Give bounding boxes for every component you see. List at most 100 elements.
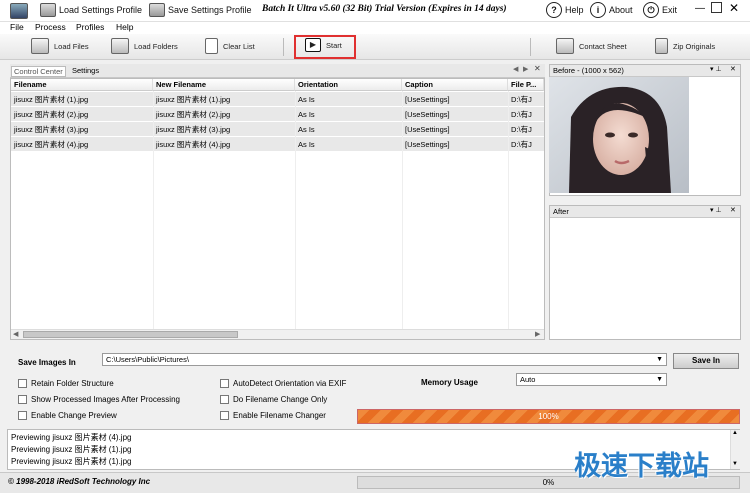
autodetect-checkbox[interactable]: AutoDetect Orientation via EXIF xyxy=(220,379,347,389)
contact-sheet-label: Contact Sheet xyxy=(579,41,627,51)
save-in-button[interactable]: Save In xyxy=(673,353,739,369)
zip-originals-label: Zip Originals xyxy=(673,41,716,51)
menu-help[interactable]: Help xyxy=(116,22,133,32)
pin-icon[interactable]: ▾ ⊥ xyxy=(710,206,722,214)
table-row[interactable]: jisuxz 图片素材 (3).jpg jisuxz 图片素材 (3).jpg … xyxy=(11,122,544,137)
load-settings-profile-button[interactable]: Load Settings Profile xyxy=(40,3,142,17)
checkbox-icon[interactable] xyxy=(18,395,27,405)
memory-usage-label: Memory Usage xyxy=(421,378,478,387)
log-line: Previewing jisuxz 图片素材 (1).jpg xyxy=(11,445,132,454)
save-settings-profile-button[interactable]: Save Settings Profile xyxy=(149,3,252,17)
exit-button[interactable]: ⏻ Exit xyxy=(643,2,677,18)
portrait-photo xyxy=(549,77,689,193)
cell-filename: jisuxz 图片素材 (2).jpg xyxy=(14,110,89,119)
scroll-up-icon[interactable]: ▲ xyxy=(732,430,738,436)
enable-change-preview-checkbox[interactable]: Enable Change Preview xyxy=(18,411,117,421)
zip-originals-button[interactable]: Zip Originals xyxy=(655,38,715,54)
folder-image-icon xyxy=(111,38,129,54)
column-header-new-filename[interactable]: New Filename xyxy=(153,79,295,91)
toolbar-divider xyxy=(530,38,531,56)
question-icon: ? xyxy=(546,2,562,18)
cell-new-filename: jisuxz 图片素材 (3).jpg xyxy=(156,125,231,134)
pin-icon[interactable]: ▾ ⊥ xyxy=(710,65,722,73)
close-panel-icon[interactable]: ✕ xyxy=(730,65,736,73)
cell-new-filename: jisuxz 图片素材 (4).jpg xyxy=(156,140,231,149)
menu-process[interactable]: Process xyxy=(35,22,66,32)
memory-usage-dropdown[interactable]: Auto ▼ xyxy=(516,373,667,386)
table-row[interactable]: jisuxz 图片素材 (2).jpg jisuxz 图片素材 (2).jpg … xyxy=(11,107,544,122)
column-divider xyxy=(295,91,296,333)
tab-control-center[interactable]: Control Center xyxy=(11,66,66,77)
document-icon xyxy=(205,38,218,54)
help-button[interactable]: ? Help xyxy=(546,2,584,18)
about-label: About xyxy=(609,5,633,15)
table-row[interactable]: jisuxz 图片素材 (1).jpg jisuxz 图片素材 (1).jpg … xyxy=(11,92,544,107)
checkbox-icon[interactable] xyxy=(220,379,229,389)
horizontal-scrollbar[interactable]: ◀ ▶ xyxy=(11,329,544,339)
column-divider xyxy=(402,91,403,333)
log-scrollbar[interactable]: ▲ ▼ xyxy=(730,430,740,469)
contact-sheet-icon xyxy=(556,38,574,54)
scroll-left-icon[interactable]: ◀ xyxy=(13,330,18,338)
load-profile-icon xyxy=(40,3,56,17)
about-button[interactable]: i About xyxy=(590,2,633,18)
load-files-label: Load Files xyxy=(54,41,89,51)
close-button[interactable]: ✕ xyxy=(729,1,739,15)
do-filename-checkbox[interactable]: Do Filename Change Only xyxy=(220,395,327,405)
show-processed-label: Show Processed Images After Processing xyxy=(31,395,180,404)
save-path-dropdown[interactable]: C:\Users\Public\Pictures\ ▼ xyxy=(102,353,667,366)
tab-strip: Control Center Settings ◀ ▶ ✕ xyxy=(10,64,545,78)
log-line: Previewing jisuxz 图片素材 (4).jpg xyxy=(11,433,132,442)
scroll-down-icon[interactable]: ▼ xyxy=(732,461,738,467)
column-header-file-path[interactable]: File P... xyxy=(508,79,544,91)
clear-list-button[interactable]: Clear List xyxy=(205,38,255,54)
scrollbar-thumb[interactable] xyxy=(23,331,238,338)
after-preview-panel: After ▾ ⊥ ✕ xyxy=(549,205,741,340)
close-panel-icon[interactable]: ✕ xyxy=(730,206,736,214)
cell-file-path: D:\有J xyxy=(511,140,532,149)
checkbox-icon[interactable] xyxy=(220,411,229,421)
tab-settings[interactable]: Settings xyxy=(70,66,101,77)
retain-folder-checkbox[interactable]: Retain Folder Structure xyxy=(18,379,114,389)
column-divider xyxy=(508,91,509,333)
contact-sheet-button[interactable]: Contact Sheet xyxy=(556,38,627,54)
enable-filename-label: Enable Filename Changer xyxy=(233,411,326,420)
tab-scroll-right-icon[interactable]: ▶ xyxy=(523,65,528,73)
cell-orientation: As Is xyxy=(298,95,315,104)
after-label: After xyxy=(553,207,569,216)
power-icon: ⏻ xyxy=(643,2,659,18)
help-label: Help xyxy=(565,5,584,15)
save-profile-label: Save Settings Profile xyxy=(168,5,252,15)
menu-profiles[interactable]: Profiles xyxy=(76,22,104,32)
file-grid[interactable]: Filename New Filename Orientation Captio… xyxy=(10,78,545,340)
show-processed-checkbox[interactable]: Show Processed Images After Processing xyxy=(18,395,180,405)
menu-bar: File Process Profiles Help xyxy=(0,22,750,34)
table-row[interactable]: jisuxz 图片素材 (4).jpg jisuxz 图片素材 (4).jpg … xyxy=(11,137,544,152)
column-header-orientation[interactable]: Orientation xyxy=(295,79,402,91)
checkbox-icon[interactable] xyxy=(18,379,27,389)
log-line: Previewing jisuxz 图片素材 (1).jpg xyxy=(11,457,132,466)
progress-bar: 100% xyxy=(357,409,740,424)
column-header-caption[interactable]: Caption xyxy=(402,79,508,91)
status-percent: 0% xyxy=(542,478,555,487)
load-files-button[interactable]: Load Files xyxy=(31,38,89,54)
load-folders-label: Load Folders xyxy=(134,41,178,51)
autodetect-label: AutoDetect Orientation via EXIF xyxy=(233,379,347,388)
tab-scroll-left-icon[interactable]: ◀ xyxy=(513,65,518,73)
cell-file-path: D:\有J xyxy=(511,125,532,134)
column-header-filename[interactable]: Filename xyxy=(11,79,153,91)
maximize-button[interactable] xyxy=(711,2,722,13)
menu-file[interactable]: File xyxy=(10,22,24,32)
start-highlight xyxy=(294,35,356,59)
load-folders-button[interactable]: Load Folders xyxy=(111,38,178,54)
toolbar: Load Files Load Folders Clear List ▶ Sta… xyxy=(0,34,750,60)
enable-filename-checkbox[interactable]: Enable Filename Changer xyxy=(220,411,326,421)
cell-orientation: As Is xyxy=(298,110,315,119)
minimize-button[interactable]: — xyxy=(695,3,705,14)
cell-caption: [UseSettings] xyxy=(405,110,450,119)
scroll-right-icon[interactable]: ▶ xyxy=(535,330,540,338)
tab-close-icon[interactable]: ✕ xyxy=(534,64,541,73)
checkbox-icon[interactable] xyxy=(220,395,229,405)
checkbox-icon[interactable] xyxy=(18,411,27,421)
cell-new-filename: jisuxz 图片素材 (2).jpg xyxy=(156,110,231,119)
